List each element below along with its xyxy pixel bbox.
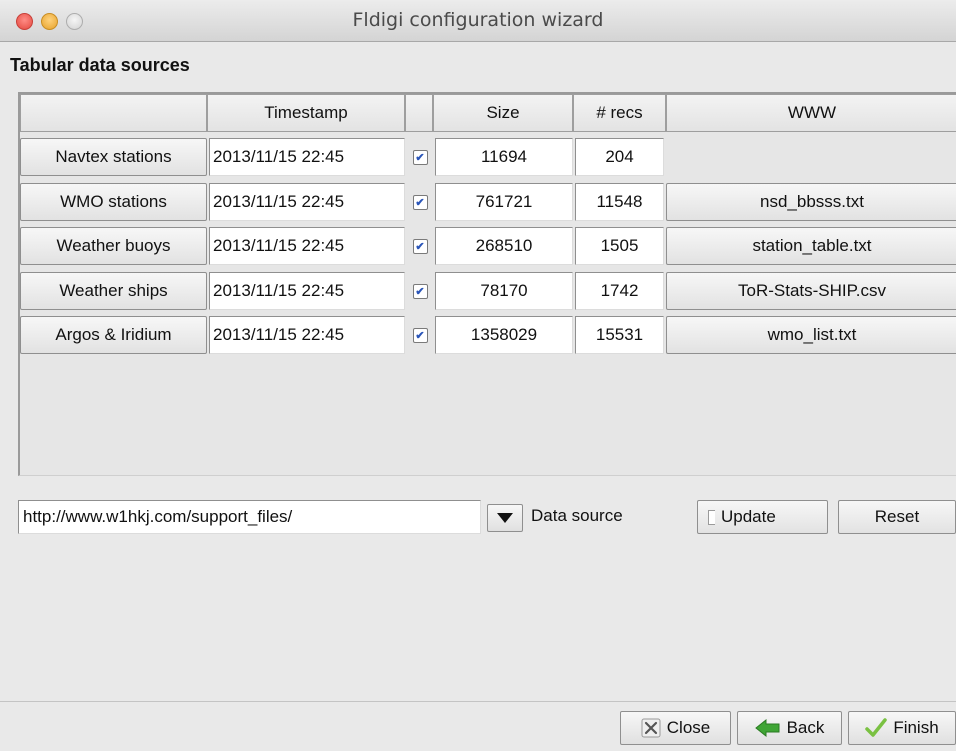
row-name-button[interactable]: Argos & Iridium <box>20 316 207 354</box>
header-recs: # recs <box>573 94 666 132</box>
row-checkbox[interactable]: ✔ <box>412 194 428 210</box>
row-checkbox[interactable]: ✔ <box>412 149 428 165</box>
row-name-button[interactable]: WMO stations <box>20 183 207 221</box>
close-button[interactable]: Close <box>620 711 731 745</box>
recs-field[interactable]: 1505 <box>575 227 664 265</box>
recs-field[interactable]: 15531 <box>575 316 664 354</box>
data-source-dropdown-button[interactable] <box>487 504 523 532</box>
back-button[interactable]: Back <box>737 711 842 745</box>
back-button-label: Back <box>786 718 825 737</box>
size-field[interactable]: 11694 <box>435 138 573 176</box>
close-button-label: Close <box>666 718 711 737</box>
footer-separator <box>0 701 956 702</box>
row-checkbox-cell: ✔ <box>407 227 433 265</box>
recs-field[interactable]: 1742 <box>575 272 664 310</box>
row-checkbox-cell: ✔ <box>407 183 433 221</box>
timestamp-field[interactable]: 2013/11/15 22:45 <box>209 138 405 176</box>
section-label: Tabular data sources <box>10 55 190 75</box>
data-sources-table: Timestamp Size # recs WWW Navtex station… <box>18 92 956 476</box>
update-button-label: Update <box>721 507 776 526</box>
row-checkbox-cell: ✔ <box>407 316 433 354</box>
header-size: Size <box>433 94 573 132</box>
reset-button[interactable]: Reset <box>838 500 956 534</box>
finish-button-label: Finish <box>893 718 939 737</box>
row-checkbox[interactable]: ✔ <box>412 283 428 299</box>
www-file-button[interactable]: ToR-Stats-SHIP.csv <box>666 272 956 310</box>
title-bar: Fldigi configuration wizard <box>0 0 956 42</box>
row-name-button[interactable]: Weather buoys <box>20 227 207 265</box>
row-name-button[interactable]: Weather ships <box>20 272 207 310</box>
header-timestamp: Timestamp <box>207 94 405 132</box>
data-source-url-input[interactable]: http://www.w1hkj.com/support_files/ <box>18 500 481 534</box>
www-file-button[interactable]: wmo_list.txt <box>666 316 956 354</box>
row-name-button[interactable]: Navtex stations <box>20 138 207 176</box>
update-indicator-icon <box>708 509 715 525</box>
size-field[interactable]: 268510 <box>435 227 573 265</box>
finish-check-icon <box>865 718 888 737</box>
row-checkbox[interactable]: ✔ <box>412 327 428 343</box>
recs-field[interactable]: 11548 <box>575 183 664 221</box>
header-check <box>405 94 433 132</box>
update-button[interactable]: Update <box>697 500 828 534</box>
header-www: WWW <box>666 94 956 132</box>
size-field[interactable]: 78170 <box>435 272 573 310</box>
window-title: Fldigi configuration wizard <box>352 9 604 31</box>
www-file-button[interactable]: station_table.txt <box>666 227 956 265</box>
timestamp-field[interactable]: 2013/11/15 22:45 <box>209 183 405 221</box>
recs-field[interactable]: 204 <box>575 138 664 176</box>
timestamp-field[interactable]: 2013/11/15 22:45 <box>209 316 405 354</box>
timestamp-field[interactable]: 2013/11/15 22:45 <box>209 272 405 310</box>
finish-button[interactable]: Finish <box>848 711 956 745</box>
back-arrow-icon <box>754 718 780 738</box>
row-checkbox[interactable]: ✔ <box>412 238 428 254</box>
row-checkbox-cell: ✔ <box>407 138 433 176</box>
size-field[interactable]: 761721 <box>435 183 573 221</box>
chevron-down-icon <box>497 513 513 523</box>
header-corner <box>20 94 207 132</box>
timestamp-field[interactable]: 2013/11/15 22:45 <box>209 227 405 265</box>
size-field[interactable]: 1358029 <box>435 316 573 354</box>
row-checkbox-cell: ✔ <box>407 272 433 310</box>
www-file-button[interactable]: nsd_bbsss.txt <box>666 183 956 221</box>
data-source-label: Data source <box>531 506 623 525</box>
close-x-icon <box>641 718 661 738</box>
